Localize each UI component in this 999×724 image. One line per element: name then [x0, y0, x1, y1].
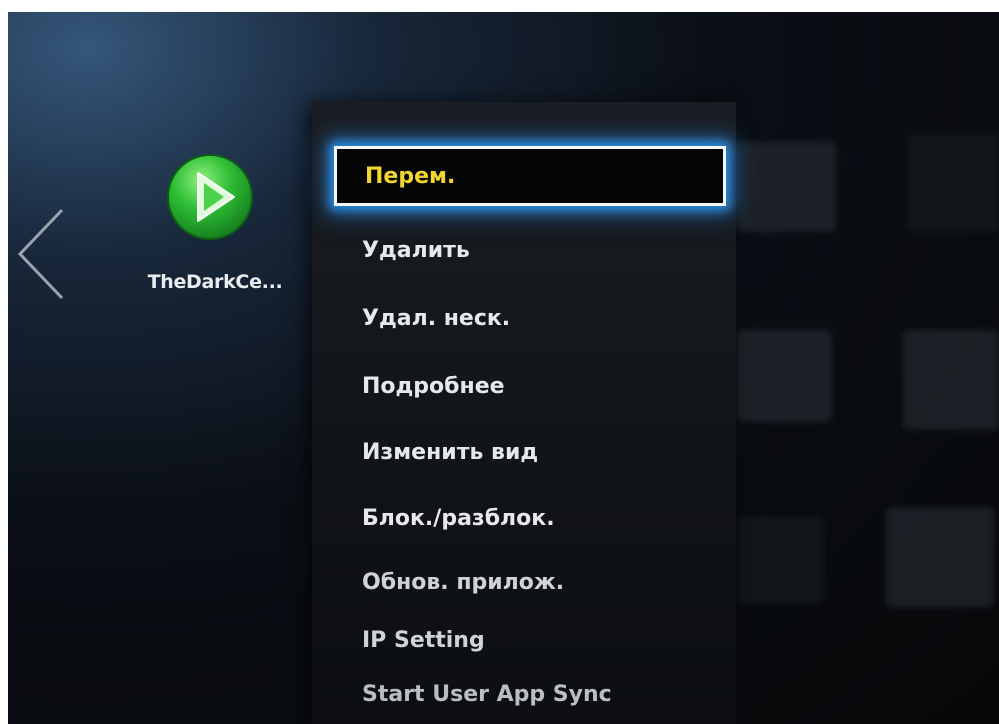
background-app-tile [736, 142, 836, 232]
background-app-tile [738, 517, 824, 603]
background-app-tile [886, 507, 994, 607]
menu-item-label: Удалить [362, 237, 470, 263]
background-app-tile [908, 134, 999, 232]
menu-item-label: Обнов. прилож. [362, 569, 565, 595]
menu-item-label: Блок./разблок. [362, 505, 555, 531]
chevron-left-icon[interactable] [14, 204, 68, 304]
context-menu: Перем. Удалить Удал. неск. Подробнее Изм… [312, 102, 736, 724]
menu-item-ip-setting[interactable]: IP Setting [334, 610, 726, 670]
menu-item-start-user-app-sync[interactable]: Start User App Sync [334, 664, 726, 724]
background-app-tile [736, 330, 832, 422]
menu-item-label: Изменить вид [362, 439, 539, 465]
app-tile[interactable]: TheDarkCe... [120, 147, 310, 307]
menu-item-label: Подробнее [362, 373, 505, 399]
menu-item-label: Перем. [365, 163, 456, 189]
menu-item-lock-unlock[interactable]: Блок./разблок. [334, 488, 726, 548]
play-icon [167, 154, 253, 240]
app-name: TheDarkCe... [147, 271, 283, 293]
background-app-tile [903, 330, 999, 430]
menu-item-label: IP Setting [362, 627, 485, 653]
menu-item-delete-multiple[interactable]: Удал. неск. [334, 288, 726, 348]
menu-item-update-apps[interactable]: Обнов. прилож. [334, 552, 726, 612]
tv-screen: TheDarkCe... Перем. Удалить Удал. неск. … [8, 12, 999, 724]
menu-item-delete[interactable]: Удалить [334, 220, 726, 280]
menu-item-label: Start User App Sync [362, 681, 612, 707]
menu-item-move[interactable]: Перем. [334, 146, 726, 206]
menu-item-change-view[interactable]: Изменить вид [334, 422, 726, 482]
menu-item-details[interactable]: Подробнее [334, 356, 726, 416]
menu-item-label: Удал. неск. [362, 305, 511, 331]
